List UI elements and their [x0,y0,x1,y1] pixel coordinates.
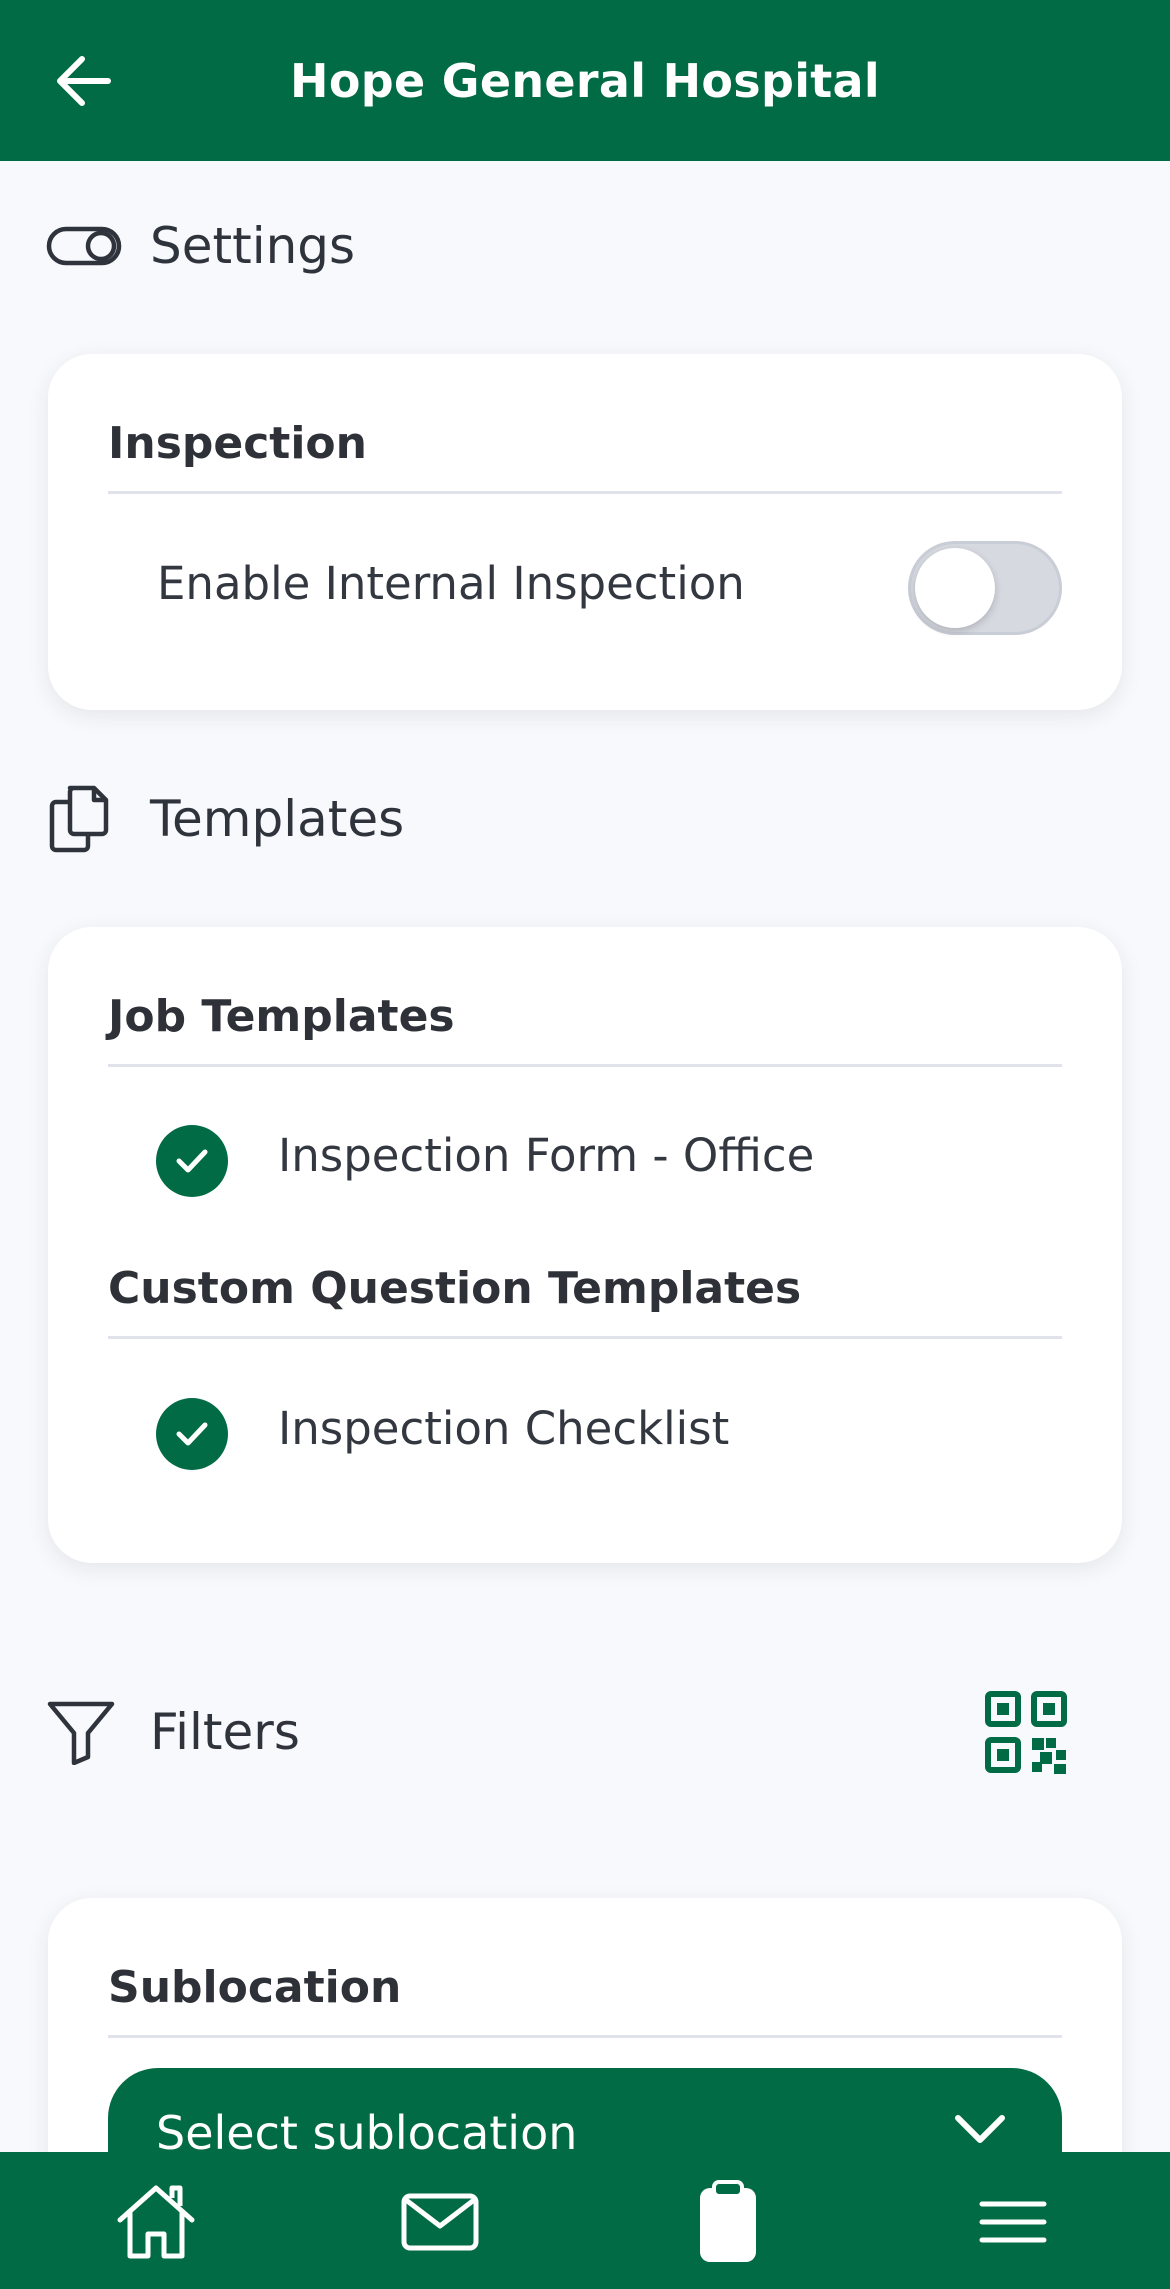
nav-home[interactable] [111,2180,201,2264]
job-templates-title: Job Templates [108,991,455,1042]
check-circle-icon [156,1398,228,1470]
divider [108,1064,1062,1067]
settings-section-header: Settings [46,206,355,286]
sublocation-title: Sublocation [108,1962,402,2013]
nav-messages[interactable] [395,2180,485,2264]
back-button[interactable] [50,50,116,112]
top-app-bar: Hope General Hospital [0,0,1170,161]
enable-internal-inspection-toggle[interactable] [908,541,1062,635]
filter-icon [46,1694,122,1770]
app-screen: Hope General Hospital Settings Inspectio… [0,0,1170,2289]
toggle-icon [46,208,122,284]
menu-icon [979,2201,1047,2243]
templates-section-header: Templates [46,779,404,859]
divider [108,491,1062,494]
job-template-label: Inspection Form - Office [278,1129,815,1182]
clipboard-icon [700,2180,756,2262]
inspection-card-title: Inspection [108,418,367,469]
toggle-knob [915,548,995,628]
chevron-down-icon [955,2115,1005,2143]
templates-card: Job Templates Inspection Form - Office C… [48,927,1122,1563]
documents-icon [46,781,122,857]
home-icon [117,2185,195,2259]
custom-question-template-label: Inspection Checklist [278,1402,730,1455]
nav-menu[interactable] [968,2180,1058,2264]
nav-jobs[interactable] [683,2180,773,2264]
mail-icon [401,2193,479,2251]
divider [108,2035,1062,2038]
custom-question-templates-title: Custom Question Templates [108,1263,802,1314]
qr-scan-button[interactable] [984,1690,1068,1774]
arrow-left-icon [57,56,111,106]
filters-section-label: Filters [150,1703,300,1761]
templates-section-label: Templates [150,790,405,848]
divider [108,1336,1062,1339]
inspection-settings-card: Inspection Enable Internal Inspection [48,354,1122,710]
page-title: Hope General Hospital [290,53,880,108]
qr-code-icon [985,1691,1067,1774]
check-circle-icon [156,1125,228,1197]
settings-section-label: Settings [150,217,356,275]
filters-section-header: Filters [46,1692,300,1772]
bottom-navigation [0,2152,1170,2289]
enable-internal-inspection-label: Enable Internal Inspection [157,557,745,610]
